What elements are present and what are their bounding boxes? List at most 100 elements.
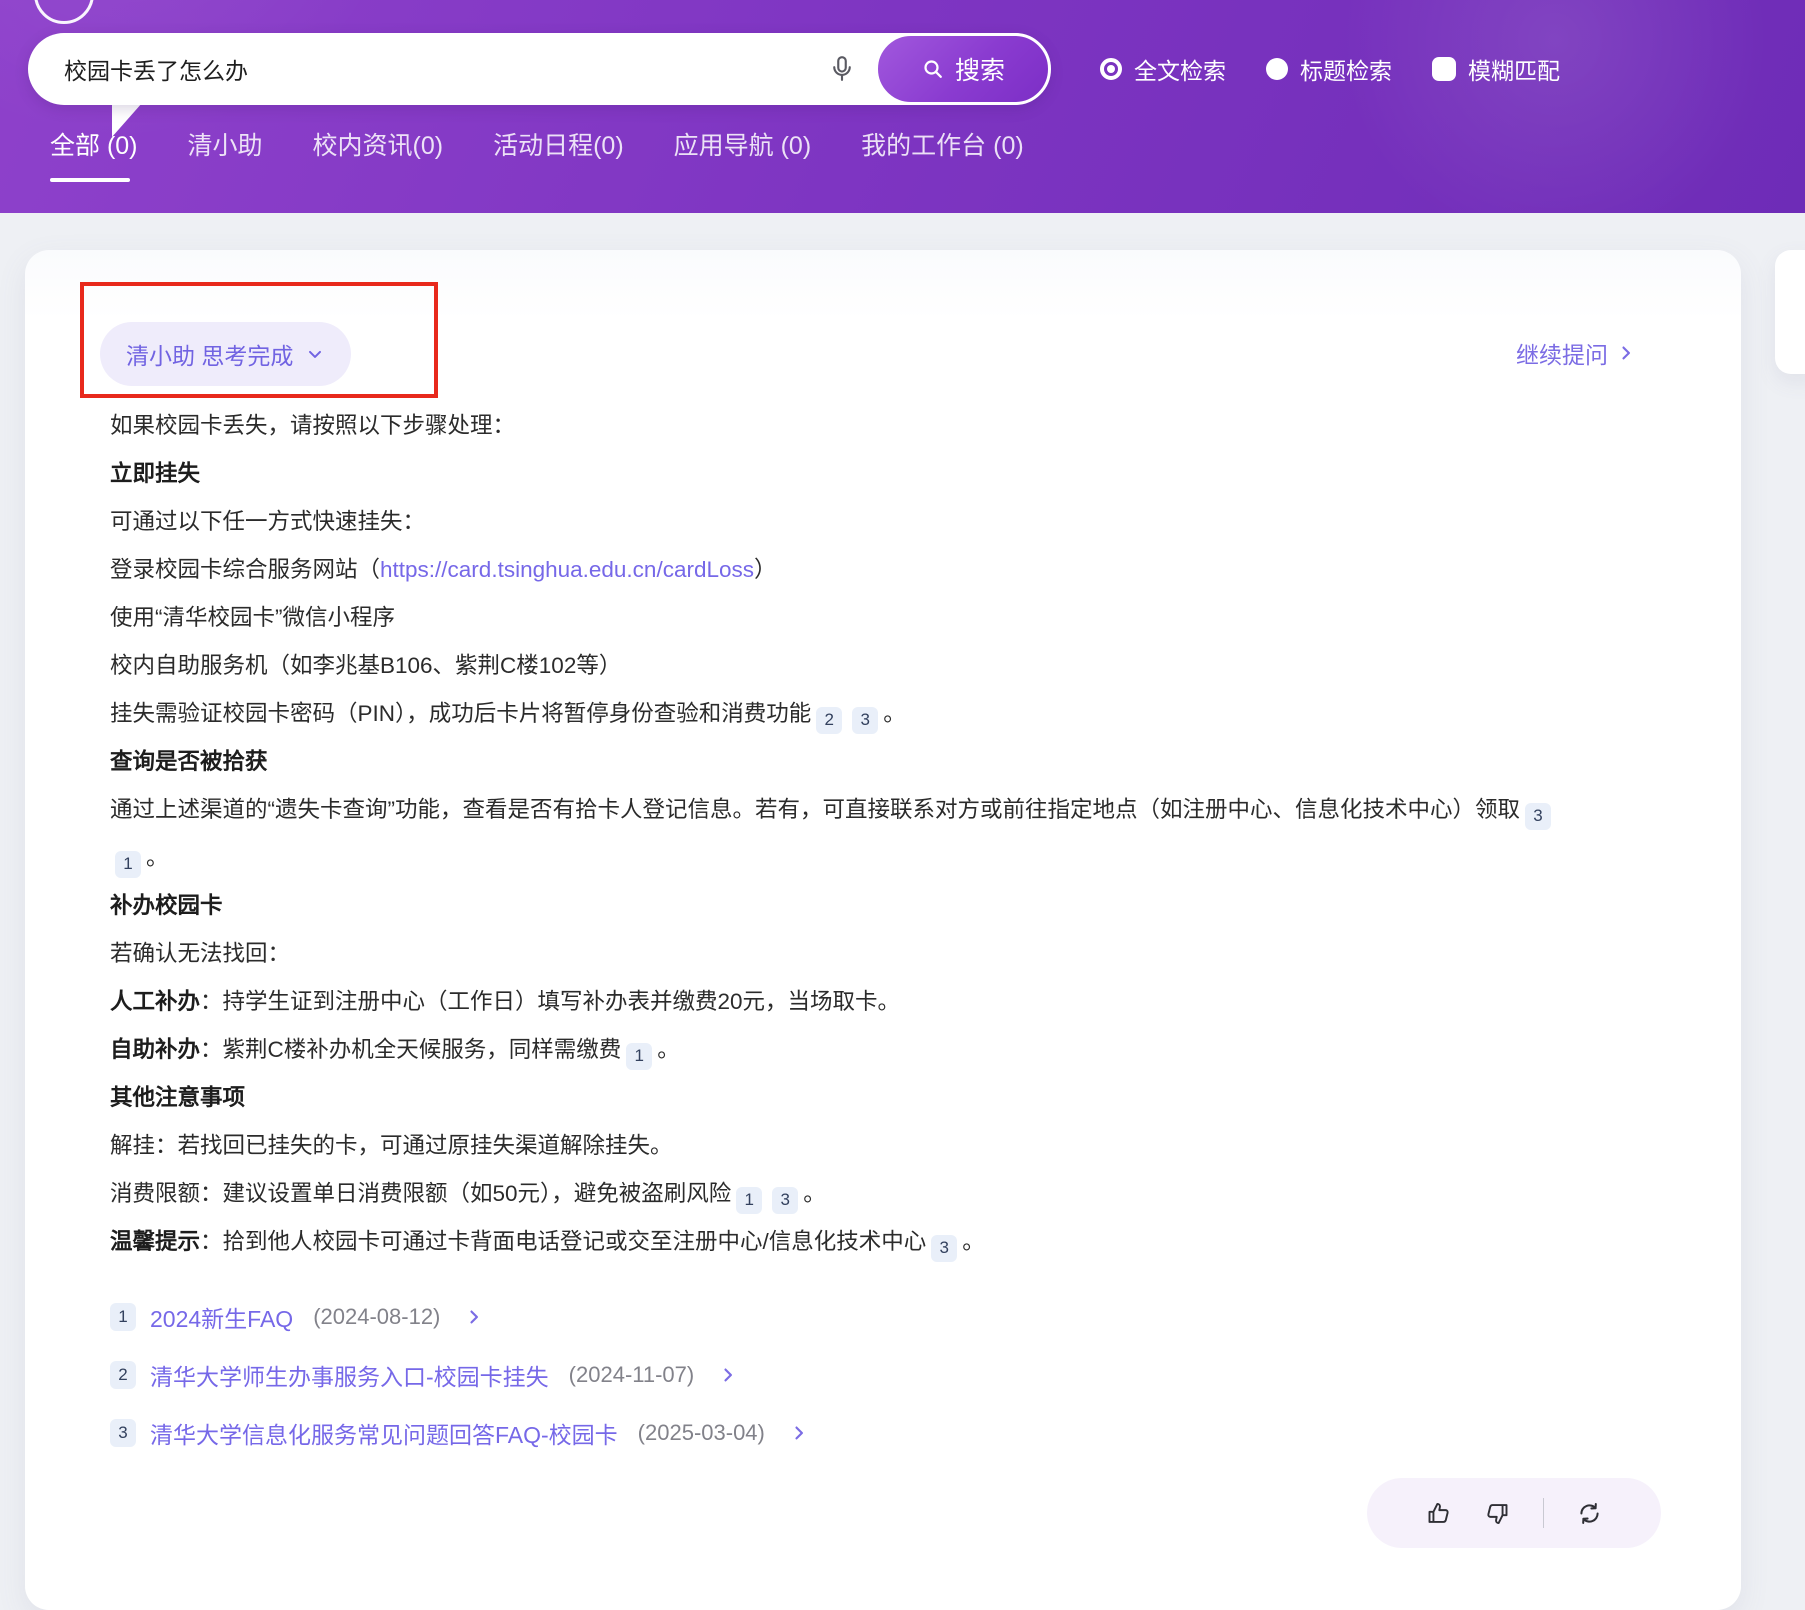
answer-text: 校内自助服务机（如李兆基B106、紫荆C楼102等） [110, 653, 621, 678]
citation-badge[interactable]: 1 [115, 851, 141, 878]
answer-text: 。 [657, 1037, 680, 1062]
answer-paragraph: 其他注意事项 [110, 1074, 1570, 1122]
answer-paragraph: 登录校园卡综合服务网站（https://card.tsinghua.edu.cn… [110, 546, 1570, 594]
search-input[interactable] [28, 56, 827, 83]
page-header: 搜索 全文检索 标题检索 模糊匹配 全部 (0) 清小助校内资讯(0) 活动日程(0) 应… [0, 0, 1805, 213]
mic-icon[interactable] [827, 54, 857, 84]
result-tabs: 全部 (0) 清小助校内资讯(0) 活动日程(0) 应用导航 (0) 我的工作台 (0) [50, 126, 1024, 192]
actions-divider [1543, 1498, 1544, 1528]
search-option-fuzzy[interactable]: 模糊匹配 [1432, 52, 1560, 86]
answer-heading: 补办校园卡 [110, 893, 223, 918]
citation-badge[interactable]: 2 [816, 707, 842, 734]
reference-title[interactable]: 清华大学信息化服务常见问题回答FAQ-校园卡 [150, 1416, 618, 1450]
reference-date: (2024-11-07) [569, 1362, 695, 1388]
references: 1 2024新生FAQ (2024-08-12) 2 清华大学师生办事服务入口-校园卡挂… [110, 1288, 1570, 1462]
reference-title[interactable]: 清华大学师生办事服务入口-校园卡挂失 [150, 1358, 549, 1392]
citation-badge[interactable]: 3 [852, 707, 878, 734]
answer-paragraph: 解挂：若找回已挂失的卡，可通过原挂失渠道解除挂失。 [110, 1122, 1570, 1170]
reference-item[interactable]: 1 2024新生FAQ (2024-08-12) [110, 1288, 1570, 1346]
answer-text: 解挂：若找回已挂失的卡，可通过原挂失渠道解除挂失。 [110, 1133, 673, 1158]
radio-icon[interactable] [1100, 58, 1122, 80]
answer-text: 消费限额：建议设置单日消费限额（如50元），避免被盗刷风险 [110, 1181, 731, 1206]
search-option-fulltext[interactable]: 全文检索 [1100, 52, 1226, 86]
thumbs-down-icon[interactable] [1484, 1500, 1511, 1527]
reference-date: (2024-08-12) [313, 1304, 440, 1330]
citation-badge[interactable]: 1 [736, 1187, 762, 1214]
answer-text: 。 [962, 1229, 985, 1254]
reference-number-badge: 1 [110, 1303, 136, 1331]
inline-link[interactable]: https://card.tsinghua.edu.cn/cardLoss [380, 557, 754, 582]
answer-paragraph: 查询是否被拾获 [110, 738, 1570, 786]
answer-paragraph: 消费限额：建议设置单日消费限额（如50元），避免被盗刷风险13。 [110, 1170, 1570, 1218]
search-button[interactable]: 搜索 [875, 33, 1051, 105]
answer-text: 若确认无法找回： [110, 941, 290, 966]
answer-paragraph: 温馨提示：拾到他人校园卡可通过卡背面电话登记或交至注册中心/信息化技术中心3。 [110, 1218, 1570, 1266]
reference-number-badge: 3 [110, 1419, 136, 1447]
answer-paragraph: 自助补办：紫荆C楼补办机全天候服务，同样需缴费1。 [110, 1026, 1570, 1074]
tab-workspace[interactable]: 我的工作台 (0) [861, 126, 1024, 192]
checkbox-icon[interactable] [1432, 57, 1456, 81]
citation-badge[interactable]: 3 [1525, 803, 1551, 830]
answer-actions [1367, 1478, 1661, 1548]
citation-badge[interactable]: 1 [626, 1043, 652, 1070]
tab-campus-news[interactable]: 校内资讯(0) [313, 126, 444, 192]
side-panel-edge [1775, 250, 1805, 374]
tab-app-nav[interactable]: 应用导航 (0) [674, 126, 812, 192]
citation-badge[interactable]: 3 [931, 1235, 957, 1262]
reference-number-badge: 2 [110, 1361, 136, 1389]
thumbs-up-icon[interactable] [1425, 1500, 1452, 1527]
continue-question-link[interactable]: 继续提问 [1516, 336, 1636, 370]
search-button-label: 搜索 [955, 51, 1005, 87]
answer-text: 可通过以下任一方式快速挂失： [110, 509, 425, 534]
search-option-label: 模糊匹配 [1468, 52, 1560, 86]
answer-text: ：紫荆C楼补办机全天候服务，同样需缴费 [200, 1037, 621, 1062]
answer-text: 挂失需验证校园卡密码（PIN），成功后卡片将暂停身份查验和消费功能 [110, 701, 811, 726]
answer-text: ） [754, 557, 777, 582]
search-options: 全文检索 标题检索 模糊匹配 [1100, 33, 1560, 105]
reference-title[interactable]: 2024新生FAQ [150, 1300, 293, 1334]
chevron-right-icon[interactable] [718, 1365, 738, 1385]
reference-item[interactable]: 2 清华大学师生办事服务入口-校园卡挂失 (2024-11-07) [110, 1346, 1570, 1404]
answer-text: 。 [146, 845, 169, 870]
radio-icon[interactable] [1266, 58, 1288, 80]
answer-text: 。 [803, 1181, 826, 1206]
answer-paragraph: 若确认无法找回： [110, 930, 1570, 978]
tab-qingxiaozhu[interactable]: 清小助 [188, 126, 263, 192]
answer-paragraph: 校内自助服务机（如李兆基B106、紫荆C楼102等） [110, 642, 1570, 690]
tab-events[interactable]: 活动日程(0) [493, 126, 624, 192]
chevron-right-icon [1616, 343, 1636, 363]
chevron-right-icon[interactable] [464, 1307, 484, 1327]
answer-paragraph: 立即挂失 [110, 450, 1570, 498]
answer-text: ：持学生证到注册中心（工作日）填写补办表并缴费20元，当场取卡。 [200, 989, 900, 1014]
search-bar: 搜索 [28, 33, 1050, 105]
search-option-title[interactable]: 标题检索 [1266, 52, 1392, 86]
answer-paragraph: 可通过以下任一方式快速挂失： [110, 498, 1570, 546]
answer-text: ：拾到他人校园卡可通过卡背面电话登记或交至注册中心/信息化技术中心 [200, 1229, 926, 1254]
answer-paragraph: 如果校园卡丢失，请按照以下步骤处理： [110, 402, 1570, 450]
answer-paragraph: 人工补办：持学生证到注册中心（工作日）填写补办表并缴费20元，当场取卡。 [110, 978, 1570, 1026]
reference-date: (2025-03-04) [638, 1420, 765, 1446]
answer-paragraph: 使用“清华校园卡”微信小程序 [110, 594, 1570, 642]
reference-item[interactable]: 3 清华大学信息化服务常见问题回答FAQ-校园卡 (2025-03-04) [110, 1404, 1570, 1462]
citation-badge[interactable]: 3 [772, 1187, 798, 1214]
answer-heading: 其他注意事项 [110, 1085, 245, 1110]
answer-paragraph: 挂失需验证校园卡密码（PIN），成功后卡片将暂停身份查验和消费功能23。 [110, 690, 1570, 738]
search-icon [921, 57, 945, 81]
continue-question-label: 继续提问 [1516, 336, 1608, 370]
assistant-status-label: 清小助 思考完成 [126, 337, 293, 371]
answer-text: 如果校园卡丢失，请按照以下步骤处理： [110, 413, 515, 438]
answer-heading: 温馨提示 [110, 1229, 200, 1254]
answer-heading: 立即挂失 [110, 461, 200, 486]
tab-all[interactable]: 全部 (0) [50, 126, 138, 192]
answer-paragraph: 通过上述渠道的“遗失卡查询”功能，查看是否有拾卡人登记信息。若有，可直接联系对方… [110, 786, 1570, 882]
answer-text: 通过上述渠道的“遗失卡查询”功能，查看是否有拾卡人登记信息。若有，可直接联系对方… [110, 797, 1520, 822]
answer-paragraph: 补办校园卡 [110, 882, 1570, 930]
chevron-right-icon[interactable] [789, 1423, 809, 1443]
assistant-status-pill[interactable]: 清小助 思考完成 [100, 322, 351, 386]
answer-heading: 人工补办 [110, 989, 200, 1014]
university-logo[interactable] [34, 0, 94, 24]
answer-body: 如果校园卡丢失，请按照以下步骤处理： 立即挂失可通过以下任一方式快速挂失： 登录校园… [110, 402, 1570, 1462]
answer-heading: 自助补办 [110, 1037, 200, 1062]
answer-card: 清小助 思考完成 继续提问 如果校园卡丢失，请按照以下步骤处理： 立即挂失可通过以… [25, 250, 1741, 1610]
refresh-icon[interactable] [1576, 1500, 1603, 1527]
